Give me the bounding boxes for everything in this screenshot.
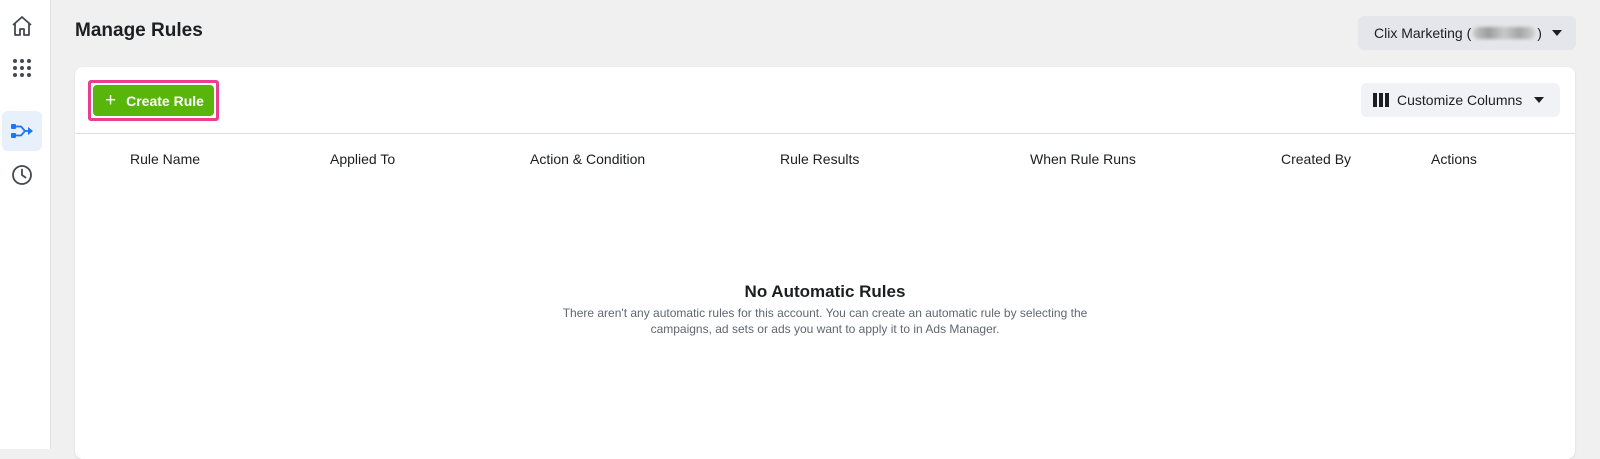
all-tools-button[interactable]: [2, 48, 42, 88]
rules-panel: + Create Rule Customize Columns Rule Nam…: [75, 67, 1575, 459]
history-button[interactable]: [2, 155, 42, 195]
column-header-actions: Actions: [1431, 151, 1477, 167]
empty-state-description: There aren't any automatic rules for thi…: [562, 306, 1088, 336]
column-header-action-condition[interactable]: Action & Condition: [530, 151, 645, 167]
empty-state: No Automatic Rules There aren't any auto…: [475, 282, 1175, 337]
column-header-applied-to[interactable]: Applied To: [330, 151, 395, 167]
ad-account-dropdown[interactable]: Clix Marketing ( ): [1358, 16, 1576, 50]
chevron-down-icon: [1534, 97, 1544, 103]
chevron-down-icon: [1552, 30, 1562, 36]
customize-columns-button[interactable]: Customize Columns: [1361, 83, 1560, 117]
create-rule-highlight: + Create Rule: [88, 80, 219, 121]
plus-icon: +: [105, 90, 117, 111]
columns-icon: [1373, 93, 1389, 107]
left-navigation: [0, 0, 51, 449]
empty-state-title: No Automatic Rules: [744, 282, 906, 301]
create-rule-label: Create Rule: [126, 92, 204, 109]
redacted-account-id: [1473, 27, 1536, 39]
grid-icon: [13, 59, 31, 77]
history-clock-icon: [12, 165, 32, 185]
home-icon: [12, 16, 32, 36]
table-header: Rule Name Applied To Action & Condition …: [75, 134, 1575, 184]
account-name-prefix: Clix Marketing (: [1374, 25, 1472, 41]
column-header-created-by[interactable]: Created By: [1281, 151, 1351, 167]
rules-toolbar: + Create Rule Customize Columns: [75, 67, 1575, 134]
home-button[interactable]: [2, 6, 42, 46]
column-header-rule-name[interactable]: Rule Name: [130, 151, 200, 167]
page-title: Manage Rules: [75, 20, 203, 41]
column-header-rule-results[interactable]: Rule Results: [780, 151, 859, 167]
automated-rules-icon: [11, 124, 33, 138]
create-rule-button[interactable]: + Create Rule: [93, 85, 214, 116]
column-header-when-rule-runs[interactable]: When Rule Runs: [1030, 151, 1136, 167]
automated-rules-button[interactable]: [2, 111, 42, 151]
account-name-suffix: ): [1537, 25, 1542, 41]
customize-columns-label: Customize Columns: [1397, 92, 1523, 108]
